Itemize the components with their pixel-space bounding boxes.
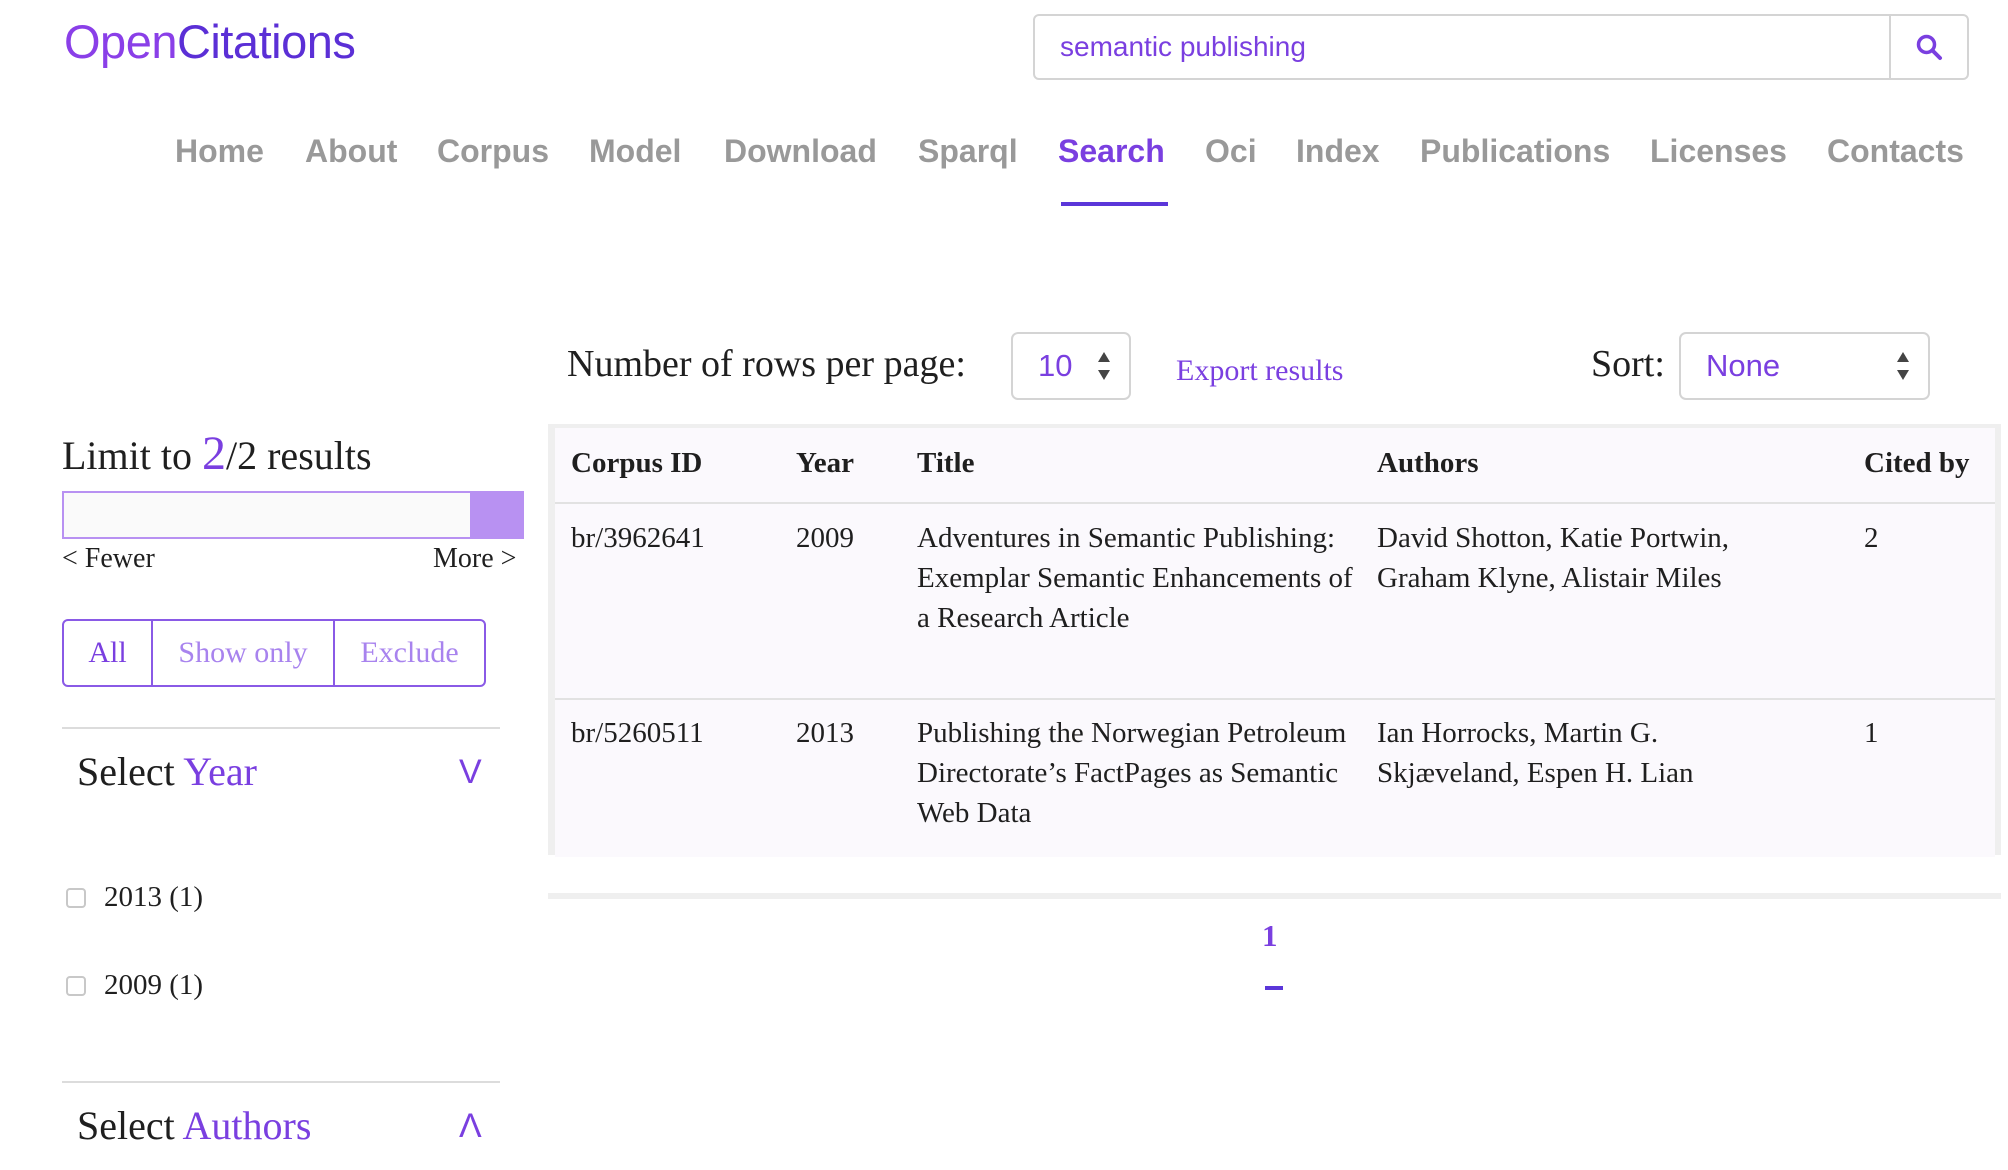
filter-show-only-button[interactable]: Show only [151,621,333,685]
main-nav: Home About Corpus Model Download Sparql … [0,133,2008,213]
section-prefix: Select [77,749,175,794]
divider [62,1081,500,1083]
cell-year: 2009 [796,522,854,554]
slider-handle[interactable] [470,493,522,537]
table-row: br/5260511 2013 Publishing the Norwegian… [555,700,1995,857]
year-option-2013: 2013 (1) [66,881,203,914]
cell-authors: David Shotton, Katie Portwin, Graham Kly… [1377,522,1730,594]
page-number-1[interactable]: 1 [1262,918,1278,954]
sort-label: Sort: [1591,343,1665,385]
chevron-up-icon[interactable]: Λ [459,1107,482,1146]
search-input[interactable] [1035,16,1891,78]
fewer-link[interactable]: < Fewer [62,543,155,575]
nav-publications[interactable]: Publications [1420,133,1610,170]
rows-per-page-select[interactable]: 10 [1011,332,1131,400]
cell-year: 2013 [796,717,854,749]
cell-corpus-id[interactable]: br/5260511 [571,713,704,753]
year-option-label: 2009 (1) [104,969,204,1001]
search-box [1033,14,1969,80]
nav-home[interactable]: Home [175,133,264,170]
limit-suffix: /2 results [226,433,372,478]
section-accent: Authors [182,1103,312,1148]
col-header-cited-by[interactable]: Cited by [1864,443,1970,483]
nav-active-indicator [1061,202,1168,206]
limit-results-title: Limit to 2/2 results [62,426,372,481]
sort-select[interactable]: None [1679,332,1930,400]
results-table: Corpus ID Year Title Authors Cited by br… [548,424,2001,857]
checkbox[interactable] [66,975,86,996]
col-header-year[interactable]: Year [796,443,854,483]
table-row: br/3962641 2009 Adventures in Semantic P… [555,504,1995,700]
logo-part-citations: Citations [176,15,356,68]
col-header-authors[interactable]: Authors [1377,443,1777,483]
nav-contacts[interactable]: Contacts [1827,133,1964,170]
rows-per-page-label: Number of rows per page: [567,343,966,385]
logo-part-open: Open [64,15,177,68]
filter-mode-group: All Show only Exclude [62,619,486,687]
site-logo[interactable]: OpenCitations [64,14,356,69]
pagination-divider [548,893,2001,899]
nav-sparql[interactable]: Sparql [918,133,1018,170]
nav-corpus[interactable]: Corpus [437,133,549,170]
cell-cited-by: 1 [1864,717,1879,749]
nav-licenses[interactable]: Licenses [1650,133,1787,170]
cell-title[interactable]: Publishing the Norwegian Petroleum Direc… [917,713,1367,833]
sort-value: None [1706,348,1781,383]
nav-model[interactable]: Model [589,133,681,170]
filter-all-button[interactable]: All [64,621,151,685]
cell-title[interactable]: Adventures in Semantic Publishing: Exemp… [917,518,1367,638]
select-arrows-icon [1098,352,1110,380]
export-results-link[interactable]: Export results [1176,354,1343,388]
limit-current: 2 [202,427,226,480]
nav-index[interactable]: Index [1296,133,1380,170]
nav-about[interactable]: About [305,133,397,170]
limit-slider[interactable] [62,491,524,539]
col-header-corpus-id[interactable]: Corpus ID [571,443,702,483]
section-prefix: Select [77,1103,175,1148]
year-option-2009: 2009 (1) [66,969,203,1002]
more-link[interactable]: More > [433,543,516,575]
search-icon [1916,34,1942,60]
section-accent: Year [183,749,257,794]
select-year-header[interactable]: Select Year [77,748,257,795]
filter-exclude-button[interactable]: Exclude [333,621,484,685]
select-authors-header[interactable]: Select Authors [77,1102,311,1149]
search-button[interactable] [1889,16,1967,78]
nav-oci[interactable]: Oci [1205,133,1257,170]
limit-prefix: Limit to [62,433,192,478]
divider [62,727,500,729]
current-page-indicator [1265,986,1283,990]
results-table-body: Corpus ID Year Title Authors Cited by br… [555,428,1995,857]
table-header-row: Corpus ID Year Title Authors Cited by [555,428,1995,504]
cell-authors: Ian Horrocks, Martin G. Skjæveland, Espe… [1377,717,1694,789]
checkbox[interactable] [66,887,86,908]
rows-per-page-value: 10 [1038,348,1073,383]
cell-cited-by: 2 [1864,522,1879,554]
nav-search[interactable]: Search [1058,133,1165,170]
cell-corpus-id[interactable]: br/3962641 [571,518,705,558]
col-header-title[interactable]: Title [917,443,1367,483]
nav-download[interactable]: Download [724,133,877,170]
select-arrows-icon [1897,352,1909,380]
chevron-down-icon[interactable]: V [459,753,482,792]
year-option-label: 2013 (1) [104,881,204,913]
